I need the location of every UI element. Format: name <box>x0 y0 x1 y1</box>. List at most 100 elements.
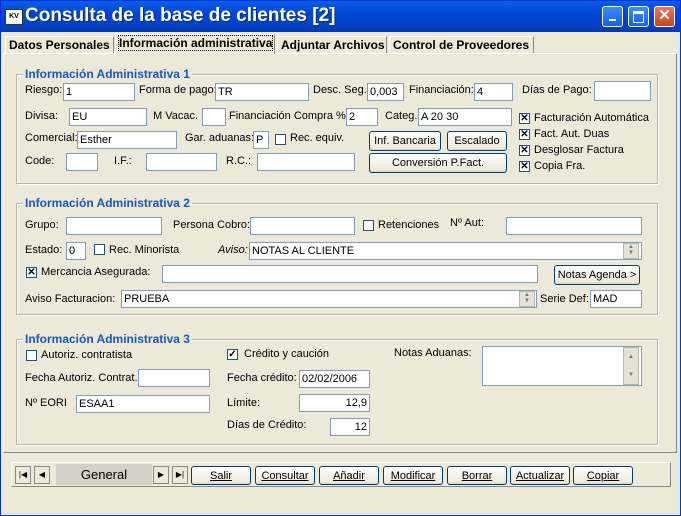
fecha-credito-label: Fecha crédito: <box>227 372 297 384</box>
fact-aut-duas-label: Fact. Aut. Duas <box>534 128 610 140</box>
if-field[interactable] <box>146 153 217 171</box>
copia-fra-label: Copia Fra. <box>534 160 586 172</box>
tab-datos-personales[interactable]: Datos Personales <box>5 36 114 53</box>
fecha-autoriz-label: Fecha Autoriz. Contrat. <box>25 372 138 384</box>
aviso-facturacion-scroll[interactable]: ▲ ▼ <box>519 291 535 307</box>
facturacion-automatica-checkbox[interactable]: ✕ <box>519 113 530 124</box>
tab-control-proveedores[interactable]: Control de Proveedores <box>389 36 534 53</box>
limite-field[interactable]: 12,9 <box>299 394 370 412</box>
serie-def-field[interactable]: MAD <box>590 290 642 308</box>
copia-fra-checkbox[interactable]: ✕ <box>519 161 530 172</box>
desc-seg-field[interactable]: 0,003 <box>367 83 404 101</box>
dias-pago-field[interactable] <box>594 81 651 101</box>
autoriz-contratista-checkbox[interactable] <box>26 350 37 361</box>
conversion-pfact-button[interactable]: Conversión P.Fact. <box>369 153 507 173</box>
code-field[interactable] <box>66 153 98 171</box>
prev-record-button[interactable]: ◀ <box>34 466 50 484</box>
categ-field[interactable]: A 20 30 <box>418 108 512 126</box>
tab-bar: Datos Personales Información administrat… <box>1 34 680 54</box>
rc-label: R.C.: <box>226 155 252 167</box>
riesgo-label: Riesgo: <box>25 84 63 96</box>
grupo-label: Grupo: <box>25 219 59 231</box>
grupo-field[interactable] <box>66 217 162 235</box>
notas-aduanas-field[interactable] <box>482 346 642 386</box>
gar-aduanas-label: Gar. aduanas: <box>185 132 255 144</box>
notas-aduanas-scroll[interactable]: ▲ ▼ <box>623 347 639 385</box>
rc-field[interactable] <box>257 153 355 171</box>
next-icon: ▶ <box>157 470 165 479</box>
fin-compra-field[interactable]: 2 <box>346 108 378 126</box>
estado-field[interactable]: 0 <box>66 242 86 260</box>
aviso-facturacion-label: Aviso Facturacion: <box>25 293 116 305</box>
tab-informacion-administrativa[interactable]: Información administrativa <box>115 34 275 54</box>
minimize-button[interactable] <box>602 6 623 27</box>
next-record-button[interactable]: ▶ <box>153 466 169 484</box>
title-bar[interactable]: KV Consulta de la base de clientes [2] ✕ <box>1 1 680 32</box>
rec-minorista-label: Rec. Minorista <box>109 244 180 256</box>
credito-caucion-checkbox[interactable]: ✓ <box>227 349 238 360</box>
borrar-button[interactable]: Borrar <box>447 466 507 485</box>
anadir-button[interactable]: Añadir <box>319 466 379 485</box>
serie-def-label: Serie Def: <box>540 293 589 305</box>
desglosar-factura-label: Desglosar Factura <box>534 144 624 156</box>
app-icon: KV <box>5 9 23 25</box>
escalado-button[interactable]: Escalado <box>447 131 507 151</box>
general-indicator: General <box>56 464 152 485</box>
retenciones-label: Retenciones <box>378 219 440 231</box>
gar-aduanas-field[interactable]: P <box>253 131 269 149</box>
n-eori-label: Nº EORI <box>25 397 67 409</box>
group-3-title: Información Administrativa 3 <box>23 332 192 346</box>
n-eori-field[interactable]: ESAA1 <box>76 395 210 413</box>
mercancia-asegurada-label: Mercancia Asegurada: <box>41 266 151 278</box>
rec-minorista-checkbox[interactable] <box>94 244 105 255</box>
aviso-label: Aviso: <box>218 244 248 256</box>
consultar-button[interactable]: Consultar <box>255 466 315 485</box>
mercancia-asegurada-field[interactable] <box>162 265 538 283</box>
comercial-label: Comercial: <box>25 132 78 144</box>
notas-agenda-button[interactable]: Notas Agenda > <box>554 265 640 285</box>
desglosar-factura-checkbox[interactable]: ✕ <box>519 145 530 156</box>
aviso-scroll[interactable]: ▲ ▼ <box>623 243 639 259</box>
maximize-icon <box>633 11 644 23</box>
m-vacac-label: M Vacac. <box>153 110 199 122</box>
desc-seg-label: Desc. Seg. <box>313 84 367 96</box>
retenciones-checkbox[interactable] <box>363 220 374 231</box>
fecha-autoriz-field[interactable] <box>138 369 210 387</box>
notas-aduanas-label: Notas Aduanas: <box>394 347 472 359</box>
aviso-facturacion-field[interactable]: PRUEBA <box>121 290 537 308</box>
fecha-credito-field[interactable]: 02/02/2006 <box>299 370 370 388</box>
aviso-field[interactable]: NOTAS AL CLIENTE <box>249 242 642 260</box>
comercial-field[interactable]: Esther <box>77 131 177 149</box>
riesgo-field[interactable]: 1 <box>63 83 135 101</box>
close-button[interactable]: ✕ <box>654 6 675 27</box>
maximize-button[interactable] <box>628 6 649 27</box>
divisa-field[interactable]: EU <box>69 108 147 126</box>
first-icon: |◀ <box>18 470 28 479</box>
actualizar-button[interactable]: Actualizar <box>510 466 570 485</box>
inf-bancaria-button[interactable]: Inf. Bancaria <box>369 131 441 151</box>
window-title: Consulta de la base de clientes [2] <box>25 5 336 26</box>
salir-button[interactable]: Salir <box>191 466 251 485</box>
mercancia-asegurada-checkbox[interactable]: ✕ <box>26 267 37 278</box>
forma-pago-field[interactable]: TR <box>215 83 309 101</box>
modificar-button[interactable]: Modificar <box>383 466 443 485</box>
copiar-button[interactable]: Copiar <box>573 466 633 485</box>
if-label: I.F.: <box>114 155 132 167</box>
first-record-button[interactable]: |◀ <box>15 466 31 484</box>
last-record-button[interactable]: ▶| <box>172 466 188 484</box>
n-aut-label: Nº Aut: <box>450 217 484 229</box>
credito-caucion-label: Crédito y caución <box>244 348 329 360</box>
tab-adjuntar-archivos[interactable]: Adjuntar Archivos <box>277 36 387 53</box>
rec-equiv-checkbox[interactable] <box>275 134 286 145</box>
rec-equiv-label: Rec. equiv. <box>290 132 345 144</box>
financiacion-field[interactable]: 4 <box>474 83 513 101</box>
group-2-title: Información Administrativa 2 <box>23 196 192 210</box>
estado-label: Estado: <box>25 244 63 256</box>
persona-cobro-field[interactable] <box>250 217 355 235</box>
dias-credito-label: Días de Crédito: <box>227 419 307 431</box>
prev-icon: ◀ <box>38 470 46 479</box>
dias-credito-field[interactable]: 12 <box>330 418 370 436</box>
n-aut-field[interactable] <box>506 217 642 235</box>
m-vacac-field[interactable] <box>202 108 226 126</box>
fact-aut-duas-checkbox[interactable]: ✕ <box>519 129 530 140</box>
